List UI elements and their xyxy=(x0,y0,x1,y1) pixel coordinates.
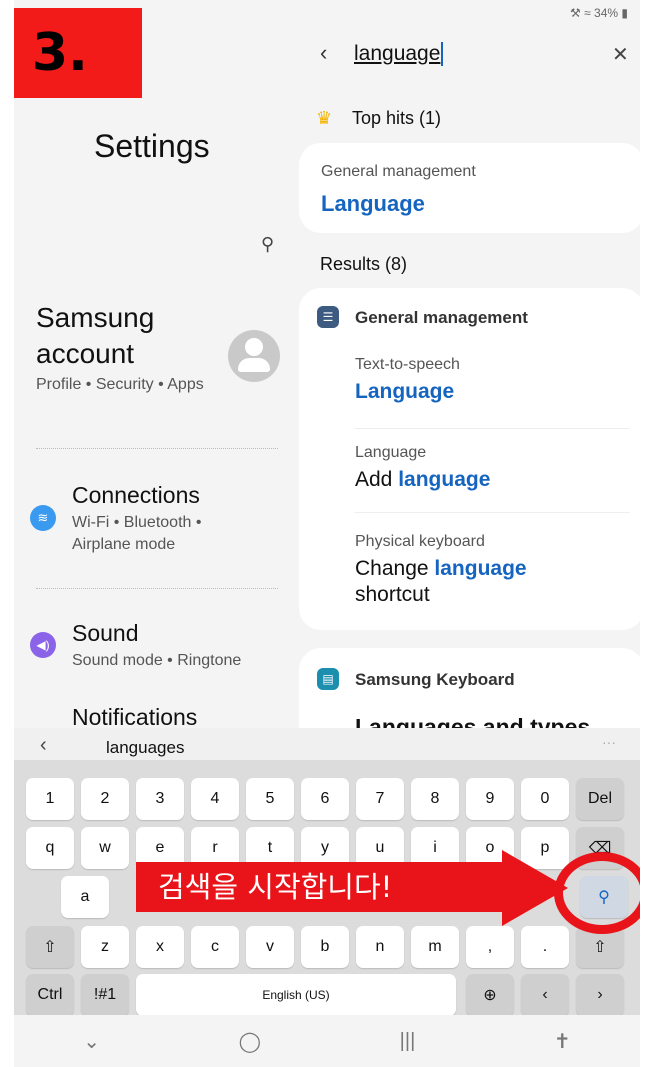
key-z[interactable]: z xyxy=(81,926,129,968)
result-category: Language xyxy=(355,444,427,461)
space-key[interactable]: English (US) xyxy=(136,974,456,1016)
top-hit-card[interactable]: General management Language xyxy=(299,143,640,233)
cursor-right-icon[interactable]: › xyxy=(576,974,624,1016)
shift-icon[interactable]: ⇧ xyxy=(26,926,74,968)
key-6[interactable]: 6 xyxy=(301,778,349,820)
keyboard-icon: ▤ xyxy=(317,668,339,690)
key-b[interactable]: b xyxy=(301,926,349,968)
general-management-icon: ☰ xyxy=(317,306,339,328)
result-highlight: language xyxy=(398,468,491,491)
key-a[interactable]: a xyxy=(61,876,109,918)
result-title: Language xyxy=(355,380,455,403)
results-card-general: ☰ General management Text-to-speech Lang… xyxy=(299,288,640,630)
search-icon[interactable]: ⚲ xyxy=(261,234,274,255)
result-category: Text-to-speech xyxy=(355,356,460,373)
symbols-key[interactable]: !#1 xyxy=(81,974,129,1016)
key-n[interactable]: n xyxy=(356,926,404,968)
key-9[interactable]: 9 xyxy=(466,778,514,820)
suggestion-word[interactable]: languages xyxy=(106,738,184,758)
sound-icon: ◀) xyxy=(30,632,56,658)
result-title: Change xyxy=(355,557,435,580)
annotation-circle xyxy=(554,852,640,934)
key-4[interactable]: 4 xyxy=(191,778,239,820)
group-header: General management xyxy=(355,308,528,327)
account-sub: Profile • Security • Apps xyxy=(36,376,204,393)
screen: ⚒ ≈ 34% ▮ Settings ⚲ Samsung account Pro… xyxy=(14,0,640,1067)
back-icon[interactable]: ‹ xyxy=(320,40,327,66)
status-bar: ⚒ ≈ 34% ▮ xyxy=(570,6,628,20)
result-item[interactable]: Text-to-speech Language xyxy=(355,356,460,404)
key-v[interactable]: v xyxy=(246,926,294,968)
key-3[interactable]: 3 xyxy=(136,778,184,820)
language-globe-icon[interactable]: ⊕ xyxy=(466,974,514,1016)
results-label: Results (8) xyxy=(320,254,408,274)
more-icon[interactable]: ··· xyxy=(602,734,616,750)
key-c[interactable]: c xyxy=(191,926,239,968)
result-item[interactable]: Language Add language xyxy=(355,444,490,492)
settings-item-notifications[interactable]: Notifications xyxy=(72,704,197,731)
avatar[interactable] xyxy=(228,330,280,382)
wifi-icon: ≋ xyxy=(30,505,56,531)
search-input[interactable]: language xyxy=(354,42,444,66)
close-icon[interactable]: ✕ xyxy=(612,42,629,67)
key-0[interactable]: 0 xyxy=(521,778,569,820)
nav-recents-icon[interactable]: ||| xyxy=(400,1030,416,1053)
key-m[interactable]: m xyxy=(411,926,459,968)
key-5[interactable]: 5 xyxy=(246,778,294,820)
key-w[interactable]: w xyxy=(81,827,129,869)
sound-sub: Sound mode • Ringtone xyxy=(72,652,242,669)
settings-item-connections[interactable]: Connections xyxy=(72,482,200,509)
top-hit-title: Language xyxy=(321,191,425,216)
result-item[interactable]: Physical keyboard Change language shortc… xyxy=(355,533,527,607)
account-title[interactable]: Samsung account xyxy=(36,300,216,372)
key-2[interactable]: 2 xyxy=(81,778,129,820)
nav-hide-keyboard-icon[interactable]: ⌄ xyxy=(83,1029,100,1054)
key-8[interactable]: 8 xyxy=(411,778,459,820)
result-category: Physical keyboard xyxy=(355,533,485,550)
nav-bar: ⌄ ◯ ||| ✝ xyxy=(14,1015,640,1067)
key-x[interactable]: x xyxy=(136,926,184,968)
result-highlight: language xyxy=(434,557,527,580)
group-header: Samsung Keyboard xyxy=(355,670,515,689)
key-7[interactable]: 7 xyxy=(356,778,404,820)
nav-accessibility-icon[interactable]: ✝ xyxy=(554,1029,571,1054)
step-badge: 3. xyxy=(14,8,142,98)
annotation-arrow-label: 검색을 시작합니다! xyxy=(136,862,508,912)
settings-item-sound[interactable]: Sound xyxy=(72,620,139,647)
result-title: Add xyxy=(355,468,399,491)
page-title: Settings xyxy=(94,128,210,164)
connections-sub: Wi-Fi • Bluetooth • Airplane mode xyxy=(72,514,202,553)
key-del[interactable]: Del xyxy=(576,778,624,820)
ctrl-key[interactable]: Ctrl xyxy=(26,974,74,1016)
result-title-cont: shortcut xyxy=(355,583,430,606)
nav-home-icon[interactable]: ◯ xyxy=(239,1029,261,1054)
top-hits-label: Top hits (1) xyxy=(352,108,442,128)
key-1[interactable]: 1 xyxy=(26,778,74,820)
suggestion-back-icon[interactable]: ‹ xyxy=(40,734,47,757)
cursor-left-icon[interactable]: ‹ xyxy=(521,974,569,1016)
key-q[interactable]: q xyxy=(26,827,74,869)
top-hit-category: General management xyxy=(321,163,476,180)
crown-icon: ♛ xyxy=(316,108,333,128)
